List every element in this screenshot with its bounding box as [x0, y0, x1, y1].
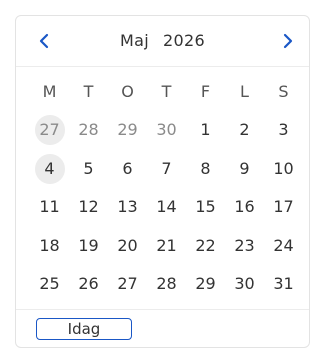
- day-cell[interactable]: 10: [264, 153, 303, 192]
- day-cell[interactable]: 8: [186, 153, 225, 192]
- day-cell[interactable]: 17: [264, 191, 303, 230]
- day-number: 27: [34, 115, 65, 145]
- day-number: 23: [234, 235, 255, 255]
- week-row: 18 19 20 21 22 23 24: [30, 230, 303, 269]
- weekday-label: M: [42, 82, 57, 101]
- day-number: 10: [273, 158, 294, 178]
- day-number: 5: [83, 158, 94, 178]
- day-number: 20: [117, 235, 138, 255]
- day-number: 3: [278, 120, 289, 139]
- day-number: 24: [273, 235, 294, 255]
- day-number: 16: [234, 197, 255, 216]
- day-cell[interactable]: 13: [108, 191, 147, 230]
- day-cell[interactable]: 28: [147, 268, 186, 307]
- day-cell[interactable]: 29: [186, 268, 225, 307]
- day-number: 11: [39, 197, 60, 216]
- week-row: 25 26 27 28 29 30 31: [30, 268, 303, 307]
- day-cell-other-month[interactable]: 28: [69, 114, 108, 153]
- next-month-button[interactable]: [275, 28, 301, 54]
- day-cell[interactable]: 12: [69, 191, 108, 230]
- month-year-title: Maj 2026: [16, 31, 309, 50]
- day-cell[interactable]: 23: [225, 230, 264, 269]
- day-number: 2: [239, 120, 250, 139]
- day-cell[interactable]: 30: [225, 268, 264, 307]
- day-number: 13: [117, 197, 138, 216]
- weekday-label: O: [121, 82, 134, 101]
- day-cell[interactable]: 26: [69, 268, 108, 307]
- year-label: 2026: [163, 31, 205, 50]
- day-cell[interactable]: 20: [108, 230, 147, 269]
- weekday-label: F: [200, 82, 211, 101]
- day-cell[interactable]: 4: [30, 153, 69, 192]
- calendar-grid: MTOTFLS 27 28 29 30 1 2 3 4 5 6 7 8 9 10 11 12 13 14 15 16 1…: [30, 79, 303, 307]
- day-number: 30: [156, 120, 177, 139]
- day-number: 14: [156, 197, 177, 216]
- day-cell[interactable]: 11: [30, 191, 69, 230]
- day-cell[interactable]: 19: [69, 230, 108, 269]
- today-button[interactable]: Idag: [36, 318, 132, 340]
- chevron-right-icon: [275, 28, 301, 54]
- day-cell[interactable]: 31: [264, 268, 303, 307]
- day-cell[interactable]: 21: [147, 230, 186, 269]
- day-cell[interactable]: 16: [225, 191, 264, 230]
- week-row: 11 12 13 14 15 16 17: [30, 191, 303, 230]
- day-cell[interactable]: 25: [30, 268, 69, 307]
- day-number: 18: [39, 235, 60, 255]
- weekday-header-row: MTOTFLS: [30, 79, 303, 114]
- day-number: 28: [78, 120, 99, 139]
- day-cell[interactable]: 22: [186, 230, 225, 269]
- day-number: 22: [195, 235, 216, 255]
- week-row: 4 5 6 7 8 9 10: [30, 153, 303, 192]
- weeks-container: 27 28 29 30 1 2 3 4 5 6 7 8 9 10 11 12 13 14 15 16 17 18 19 20 2…: [30, 114, 303, 307]
- day-number: 27: [117, 274, 138, 293]
- day-number: 9: [239, 158, 250, 178]
- day-cell[interactable]: 1: [186, 114, 225, 153]
- day-cell[interactable]: 18: [30, 230, 69, 269]
- day-number: 29: [117, 120, 138, 139]
- day-cell[interactable]: 14: [147, 191, 186, 230]
- day-number: 28: [156, 274, 177, 293]
- day-number: 15: [195, 197, 216, 216]
- day-cell[interactable]: 27: [108, 268, 147, 307]
- day-number: 26: [78, 274, 99, 293]
- day-number: 12: [78, 197, 99, 216]
- weekday-label: S: [278, 82, 289, 101]
- day-cell[interactable]: 9: [225, 153, 264, 192]
- day-cell[interactable]: 2: [225, 114, 264, 153]
- day-number: 29: [195, 274, 216, 293]
- day-cell[interactable]: 3: [264, 114, 303, 153]
- day-number: 25: [39, 274, 60, 293]
- day-cell[interactable]: 24: [264, 230, 303, 269]
- month-label: Maj: [120, 31, 150, 50]
- day-number: 31: [273, 274, 294, 293]
- day-cell-other-month[interactable]: 29: [108, 114, 147, 153]
- day-cell-other-month[interactable]: 27: [30, 114, 69, 153]
- day-cell[interactable]: 6: [108, 153, 147, 192]
- day-cell[interactable]: 5: [69, 153, 108, 192]
- day-number: 30: [234, 274, 255, 293]
- day-number: 8: [200, 158, 211, 178]
- day-number: 7: [161, 158, 172, 178]
- day-cell-other-month[interactable]: 30: [147, 114, 186, 153]
- day-cell[interactable]: 7: [147, 153, 186, 192]
- day-number: 17: [273, 197, 294, 216]
- day-cell[interactable]: 15: [186, 191, 225, 230]
- week-row: 27 28 29 30 1 2 3: [30, 114, 303, 153]
- weekday-label: T: [161, 82, 172, 101]
- calendar-footer: Idag: [16, 309, 309, 350]
- date-picker: Maj 2026 MTOTFLS 27 28 29 30 1 2 3 4 5 6 7 8 9 10 11 12 1…: [15, 15, 310, 348]
- day-number: 6: [122, 158, 133, 178]
- calendar-header: Maj 2026: [16, 16, 309, 67]
- weekday-label: T: [83, 82, 94, 101]
- day-number: 19: [78, 235, 99, 255]
- day-number: 21: [156, 235, 177, 255]
- day-number: 4: [34, 153, 65, 184]
- day-number: 1: [200, 120, 211, 139]
- weekday-label: L: [240, 82, 249, 101]
